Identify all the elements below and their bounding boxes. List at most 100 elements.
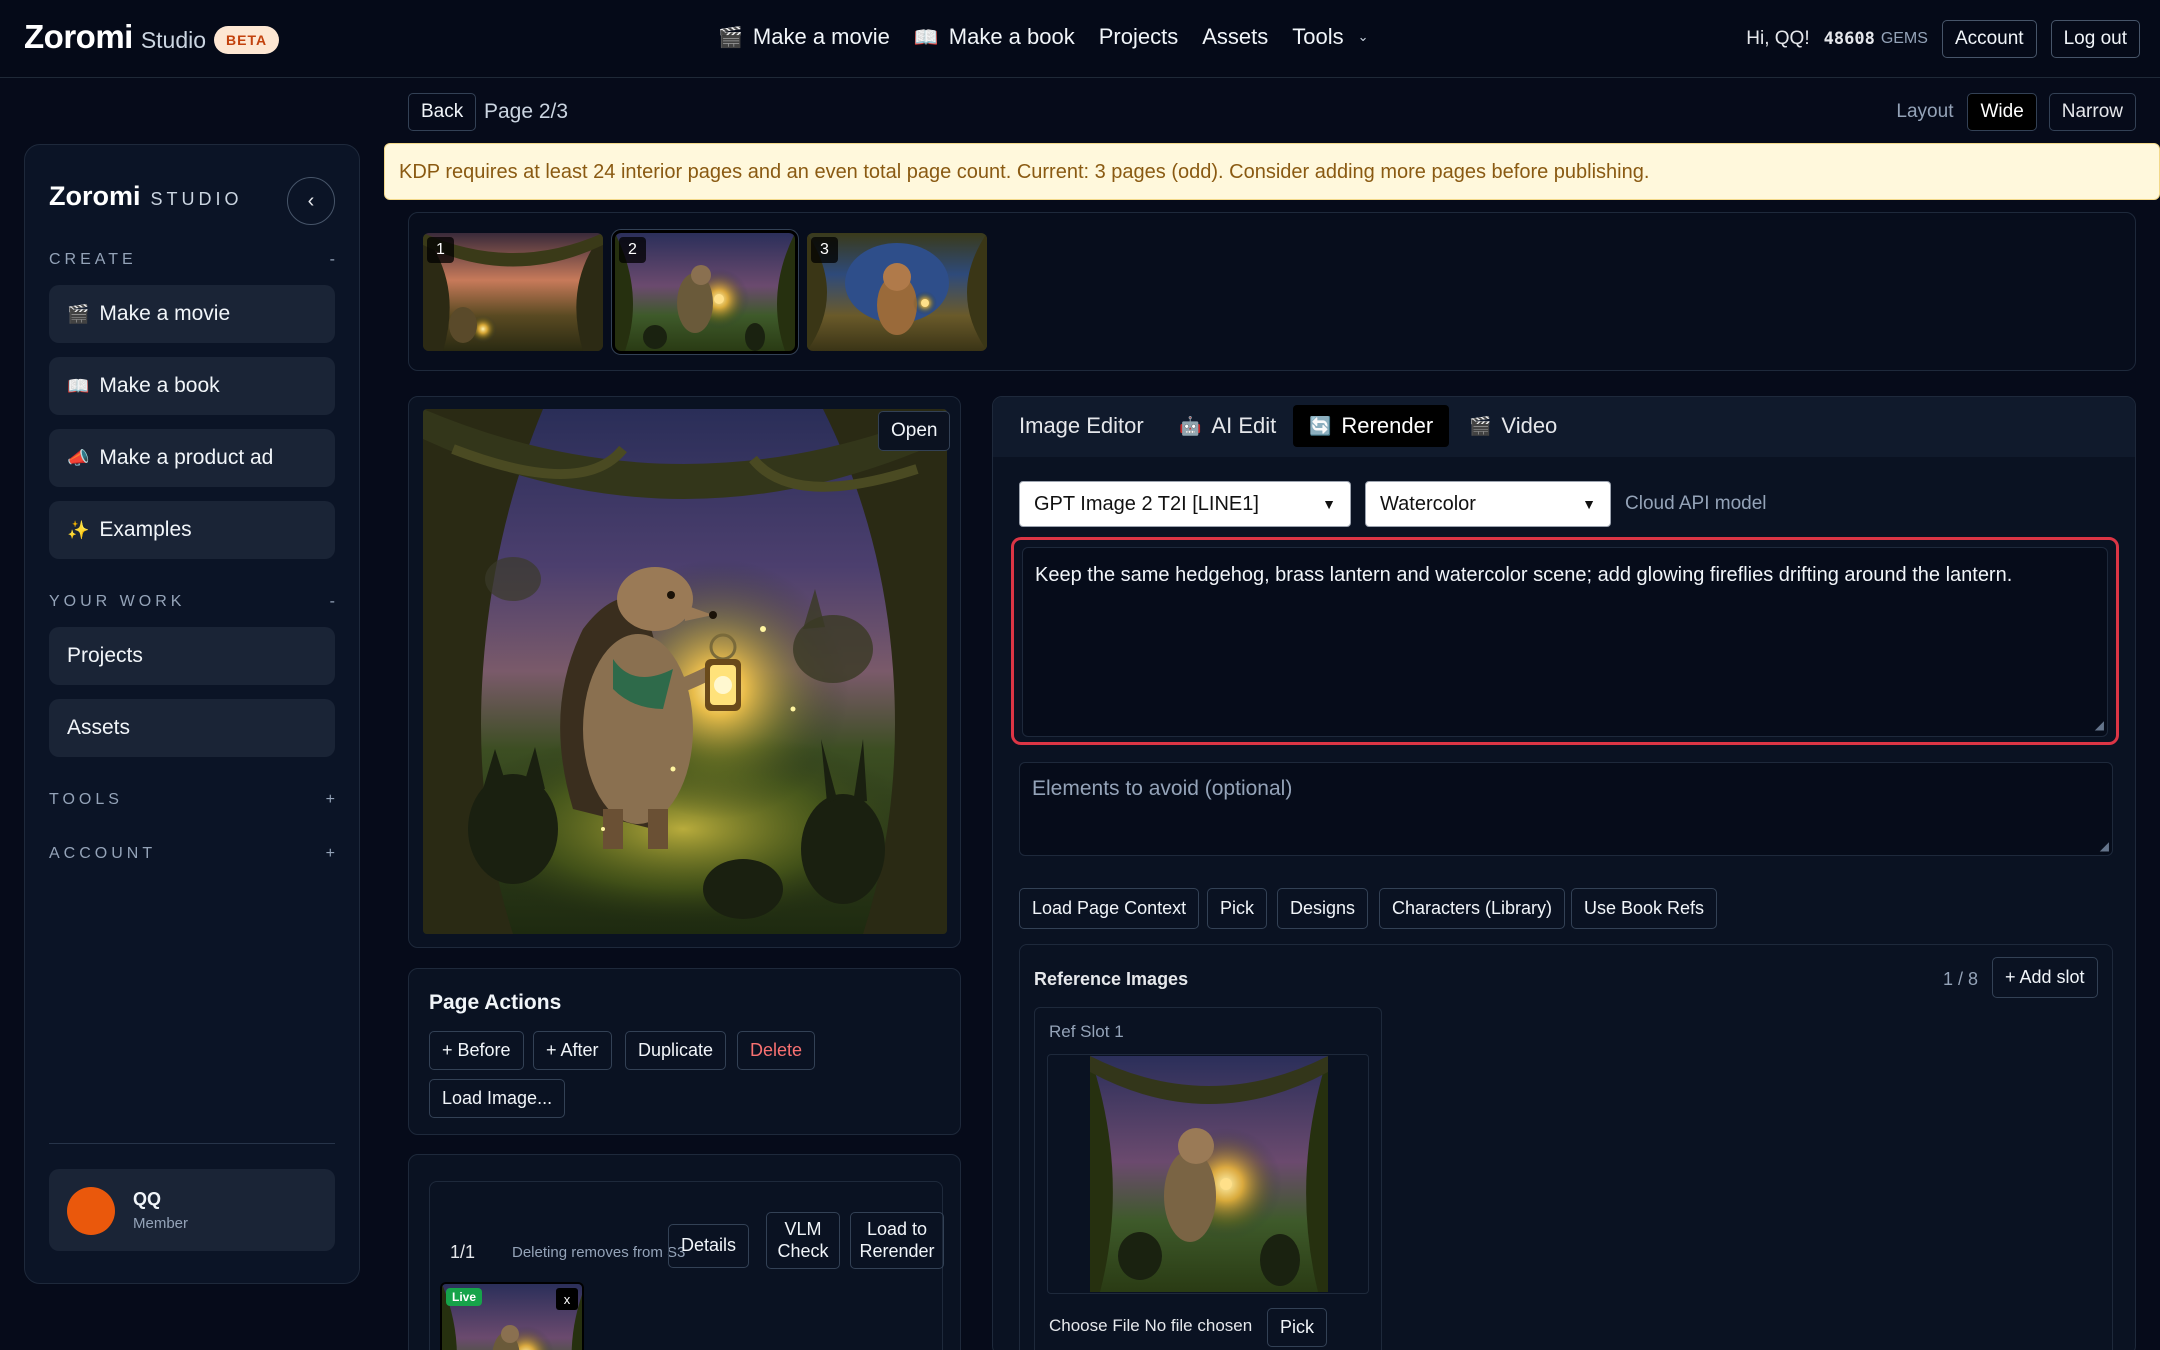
thumbnail-number: 3 [811,237,838,263]
tab-label: Rerender [1341,413,1434,438]
user-area: Hi, QQ! 48608 GEMS Account Log out [1746,20,2140,58]
prompt-textarea[interactable]: Keep the same hedgehog, brass lantern an… [1022,547,2108,737]
prompt-highlight: Keep the same hedgehog, brass lantern an… [1011,537,2119,745]
style-select[interactable]: Watercolor ▼ [1365,481,1611,527]
tab-ai-edit[interactable]: 🤖 AI Edit [1163,405,1292,447]
load-image-button[interactable]: Load Image... [429,1079,566,1118]
nav-label: Projects [1098,24,1179,49]
reference-count: 1 / 8 [1943,969,1979,989]
page-thumbnail-3[interactable]: 3 [807,233,987,351]
beta-badge: BETA [214,26,280,54]
chevron-down-icon: ⌄ [1357,29,1369,44]
sidebar-item-label: Make a product ad [99,446,274,469]
tab-image-editor[interactable]: Image Editor [1003,405,1160,447]
nav-assets[interactable]: Assets [1202,24,1268,50]
model-select[interactable]: GPT Image 2 T2I [LINE1] ▼ [1019,481,1351,527]
clapper-icon: 🎬 [718,26,743,49]
sidebar-item-label: Examples [99,518,192,541]
section-tools[interactable]: TOOLS + [49,791,339,809]
load-to-rerender-button[interactable]: Load to Rerender [850,1212,944,1270]
sidebar-item-make-movie[interactable]: 🎬 Make a movie [49,285,335,343]
account-button[interactable]: Account [1941,20,2037,58]
hedgehog-illustration [423,409,947,934]
ref-image [1090,1056,1328,1292]
ref-slot-label: Ref Slot 1 [1049,1022,1124,1041]
book-icon: 📖 [67,375,90,396]
ref-slot-pick-button[interactable]: Pick [1267,1308,1328,1347]
page-thumbnail-1[interactable]: 1 [423,233,603,351]
tab-video[interactable]: 🎬 Video [1453,405,1573,447]
add-page-before-button[interactable]: + Before [429,1031,524,1070]
open-image-button[interactable]: Open [878,411,951,451]
layout-wide-button[interactable]: Wide [1967,93,2037,131]
page-preview-image[interactable] [423,409,947,934]
page-thumbnail-2[interactable]: 2 [612,230,798,354]
avatar [67,1187,115,1235]
nav-tools-dropdown[interactable]: Tools ⌄ [1292,24,1368,50]
tab-label: Video [1501,413,1558,438]
sparkles-icon: ✨ [67,519,90,540]
sidebar-item-make-book[interactable]: 📖 Make a book [49,357,335,415]
sidebar-item-label: Make a book [99,374,220,397]
collapse-sidebar-button[interactable]: ‹ [287,177,335,225]
section-toggle: + [325,845,339,862]
clapper-icon: 🎬 [1469,415,1492,436]
layout-narrow-button[interactable]: Narrow [2048,93,2136,131]
avoid-placeholder: Elements to avoid (optional) [1032,777,1293,800]
section-label: YOUR WORK [49,593,186,610]
chevron-left-icon: ‹ [307,189,315,212]
section-create[interactable]: CREATE - [49,251,339,269]
resize-handle-icon[interactable]: ◢ [2095,718,2104,734]
sidebar-item-projects[interactable]: Projects [49,627,335,685]
avoid-elements-textarea[interactable]: Elements to avoid (optional) ◢ [1019,762,2113,856]
resize-handle-icon[interactable]: ◢ [2100,839,2109,853]
duplicate-page-button[interactable]: Duplicate [625,1031,727,1070]
tab-rerender[interactable]: 🔄 Rerender [1293,405,1450,447]
tab-label: AI Edit [1211,413,1277,438]
vlm-check-button[interactable]: VLM Check [766,1212,840,1270]
megaphone-icon: 📣 [67,447,90,468]
add-page-after-button[interactable]: + After [533,1031,612,1070]
section-your-work[interactable]: YOUR WORK - [49,593,339,611]
add-slot-button[interactable]: + Add slot [1992,957,2098,998]
nav-make-book[interactable]: 📖 Make a book [914,24,1075,50]
details-button[interactable]: Details [668,1224,750,1268]
prompt-text: Keep the same hedgehog, brass lantern an… [1035,564,2013,586]
brand-logo[interactable]: Zoromi Studio BETA [24,18,280,57]
brand-subtitle: Studio [140,27,207,53]
sidebar-item-examples[interactable]: ✨ Examples [49,501,335,559]
user-card[interactable]: QQ Member [49,1169,335,1251]
sidebar-item-make-product-ad[interactable]: 📣 Make a product ad [49,429,335,487]
book-icon: 📖 [913,26,939,49]
history-thumbnail[interactable]: Live x [440,1282,584,1350]
back-button[interactable]: Back [408,93,477,131]
layout-label: Layout [1896,101,1954,122]
file-input[interactable]: Choose File No file chosen [1049,1316,1252,1336]
use-book-refs-button[interactable]: Use Book Refs [1571,888,1718,929]
reference-images-panel: Reference Images 1 / 8 + Add slot Ref Sl… [1019,944,2113,1350]
logout-button[interactable]: Log out [2050,20,2140,58]
history-note: Deleting removes from S3 [512,1244,686,1261]
remove-history-button[interactable]: x [556,1288,578,1310]
ref-slot-image-box[interactable] [1047,1054,1369,1294]
load-page-context-button[interactable]: Load Page Context [1019,888,1200,929]
characters-library-button[interactable]: Characters (Library) [1379,888,1566,929]
designs-button[interactable]: Designs [1277,888,1369,929]
nav-projects[interactable]: Projects [1099,24,1178,50]
nav-label: Make a book [948,24,1075,49]
delete-page-button[interactable]: Delete [737,1031,816,1070]
choose-file-label: Choose File [1049,1316,1140,1335]
chevron-down-icon: ▼ [1322,496,1336,512]
section-account[interactable]: ACCOUNT + [49,845,339,863]
brand-name: Zoromi [24,18,133,55]
sidebar-item-label: Assets [67,716,131,739]
pick-button[interactable]: Pick [1207,888,1268,929]
top-navbar: Zoromi Studio BETA 🎬 Make a movie 📖 Make… [0,0,2160,78]
nav-make-movie[interactable]: 🎬 Make a movie [718,24,890,50]
page-thumbnail-strip: 1 2 3 [408,212,2136,371]
chevron-down-icon: ▼ [1582,496,1596,512]
refresh-icon: 🔄 [1309,415,1332,436]
sidebar-item-assets[interactable]: Assets [49,699,335,757]
greeting: Hi, QQ! [1746,28,1810,49]
sidebar-item-label: Make a movie [99,302,231,325]
